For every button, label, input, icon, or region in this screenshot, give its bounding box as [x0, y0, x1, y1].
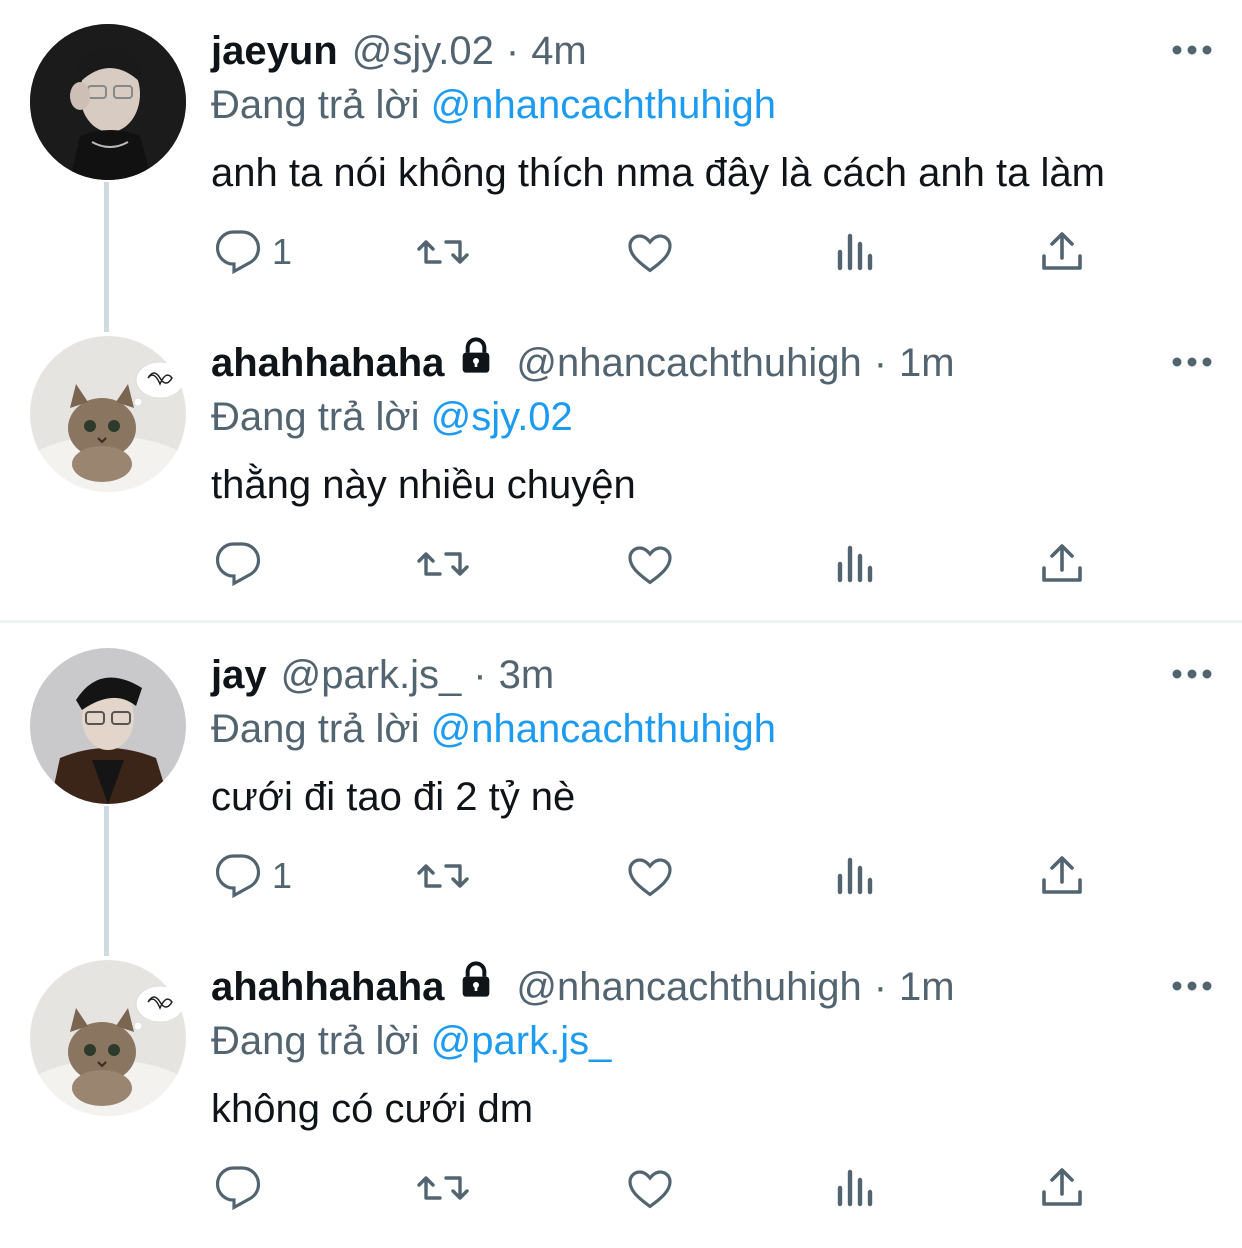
retweet-icon: [417, 240, 469, 264]
replying-to-link[interactable]: @sjy.02: [431, 395, 573, 439]
analytics-icon: [837, 857, 873, 895]
lock-icon: [456, 334, 496, 392]
analytics-button[interactable]: [834, 212, 878, 292]
tweet-text: anh ta nói không thích nma đây là cách a…: [211, 151, 1105, 195]
replying-to-label: Đang trả lời: [211, 83, 420, 127]
tweet[interactable]: jay @park.js_ · 3m Đang trả lời @nhancac…: [0, 624, 1242, 956]
more-icon[interactable]: [1170, 968, 1214, 1004]
tweet-header: jay @park.js_ · 3m: [211, 646, 554, 704]
tweet[interactable]: ahahhahaha @nhancachthuhigh · 1m Đang tr…: [0, 936, 1242, 1248]
separator: ·: [873, 965, 888, 1009]
share-icon: [1042, 1168, 1082, 1206]
tweet-text: cưới đi tao đi 2 tỷ nè: [211, 775, 576, 819]
more-icon[interactable]: [1170, 32, 1214, 68]
analytics-icon: [837, 545, 873, 583]
retweet-button[interactable]: [416, 836, 470, 916]
reply-count: 1: [272, 855, 293, 896]
reply-icon: [215, 1166, 261, 1211]
analytics-icon: [837, 1169, 873, 1207]
tweet-feed: jaeyun @sjy.02 · 4m Đang trả lời @nhanca…: [0, 0, 1242, 1244]
tweet-actions: [0, 1148, 1242, 1228]
avatar[interactable]: [30, 24, 186, 180]
tweet[interactable]: jaeyun @sjy.02 · 4m Đang trả lời @nhanca…: [0, 0, 1242, 332]
avatar[interactable]: [30, 648, 186, 804]
heart-icon: [628, 858, 672, 897]
display-name[interactable]: ahahhahaha: [211, 958, 444, 1016]
tweet-actions: 1: [0, 212, 1242, 292]
reply-button[interactable]: 1: [214, 836, 292, 916]
replying-to-link[interactable]: @park.js_: [431, 1019, 612, 1063]
replying-to: Đang trả lời @nhancachthuhigh: [211, 76, 776, 134]
user-handle[interactable]: @park.js_: [281, 646, 462, 704]
tweet-header: ahahhahaha @nhancachthuhigh · 1m: [211, 958, 955, 1016]
separator: ·: [873, 341, 888, 385]
share-button[interactable]: [1038, 1148, 1086, 1228]
user-handle[interactable]: @nhancachthuhigh: [516, 334, 861, 392]
heart-icon: [628, 234, 672, 273]
heart-icon: [628, 546, 672, 585]
timestamp[interactable]: 3m: [499, 646, 555, 704]
analytics-button[interactable]: [834, 524, 878, 604]
like-button[interactable]: [626, 1148, 674, 1228]
reply-button[interactable]: [214, 524, 272, 604]
like-button[interactable]: [626, 524, 674, 604]
share-button[interactable]: [1038, 524, 1086, 604]
retweet-icon: [417, 864, 469, 888]
timestamp[interactable]: 1m: [899, 958, 955, 1016]
reply-icon: [215, 230, 261, 275]
replying-to-link[interactable]: @nhancachthuhigh: [431, 83, 776, 127]
reply-count: 1: [272, 231, 293, 272]
retweet-button[interactable]: [416, 212, 470, 292]
share-button[interactable]: [1038, 836, 1086, 916]
display-name[interactable]: ahahhahaha: [211, 334, 444, 392]
replying-to-label: Đang trả lời: [211, 1019, 420, 1063]
heart-icon: [628, 1170, 672, 1209]
analytics-icon: [837, 233, 873, 271]
tweet-actions: [0, 524, 1242, 604]
more-icon[interactable]: [1170, 344, 1214, 380]
display-name[interactable]: jaeyun: [211, 22, 338, 80]
tweet-text: không có cưới dm: [211, 1087, 534, 1131]
replying-to: Đang trả lời @sjy.02: [211, 388, 573, 446]
display-name[interactable]: jay: [211, 646, 267, 704]
reply-icon: [215, 542, 261, 587]
tweet-header: ahahhahaha @nhancachthuhigh · 1m: [211, 334, 955, 392]
reply-button[interactable]: [214, 1148, 272, 1228]
user-handle[interactable]: @sjy.02: [352, 22, 494, 80]
share-icon: [1042, 856, 1082, 894]
like-button[interactable]: [626, 212, 674, 292]
retweet-icon: [417, 552, 469, 576]
share-button[interactable]: [1038, 212, 1086, 292]
lock-icon: [456, 958, 496, 1016]
tweet[interactable]: ahahhahaha @nhancachthuhigh · 1m Đang tr…: [0, 312, 1242, 624]
tweet-header: jaeyun @sjy.02 · 4m: [211, 22, 587, 80]
tweet-text: thằng này nhiều chuyện: [211, 463, 636, 507]
thread-divider: [0, 620, 1242, 623]
user-handle[interactable]: @nhancachthuhigh: [516, 958, 861, 1016]
replying-to: Đang trả lời @nhancachthuhigh: [211, 700, 776, 758]
more-icon[interactable]: [1170, 656, 1214, 692]
replying-to: Đang trả lời @park.js_: [211, 1012, 611, 1070]
replying-to-label: Đang trả lời: [211, 707, 420, 751]
replying-to-link[interactable]: @nhancachthuhigh: [431, 707, 776, 751]
analytics-button[interactable]: [834, 1148, 878, 1228]
like-button[interactable]: [626, 836, 674, 916]
avatar[interactable]: [30, 336, 186, 492]
share-icon: [1042, 232, 1082, 270]
separator: ·: [505, 29, 520, 73]
timestamp[interactable]: 4m: [531, 22, 587, 80]
replying-to-label: Đang trả lời: [211, 395, 420, 439]
analytics-button[interactable]: [834, 836, 878, 916]
reply-icon: [215, 854, 261, 899]
timestamp[interactable]: 1m: [899, 334, 955, 392]
share-icon: [1042, 544, 1082, 582]
separator: ·: [473, 653, 487, 697]
tweet-actions: 1: [0, 836, 1242, 916]
avatar[interactable]: [30, 960, 186, 1116]
retweet-button[interactable]: [416, 1148, 470, 1228]
reply-button[interactable]: 1: [214, 212, 292, 292]
retweet-icon: [417, 1176, 469, 1200]
retweet-button[interactable]: [416, 524, 470, 604]
